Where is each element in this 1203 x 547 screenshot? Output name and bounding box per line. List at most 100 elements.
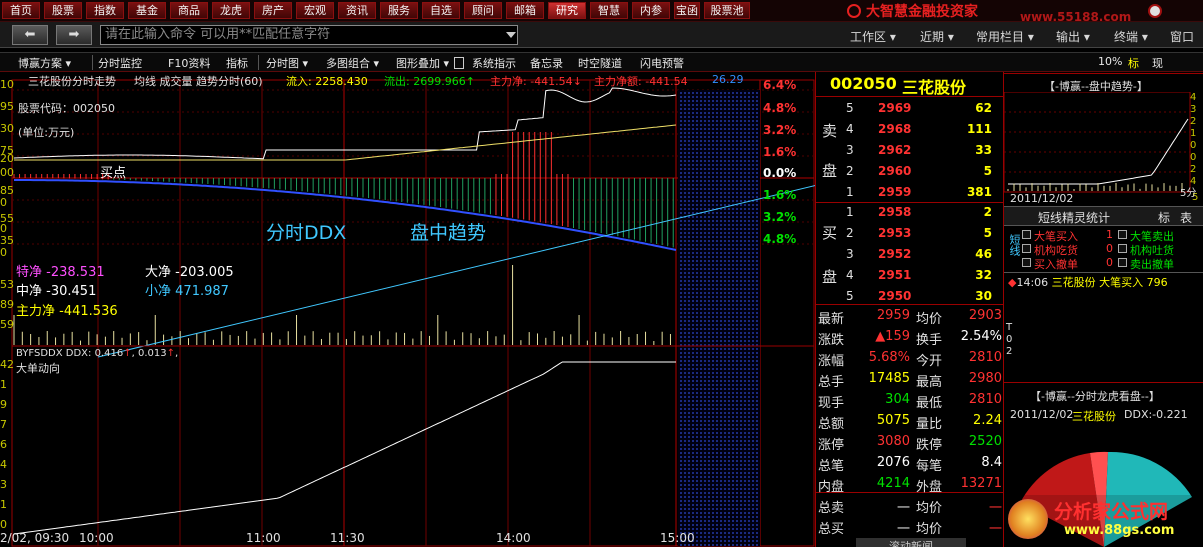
stat-label: 跌停 [916,438,943,453]
divider [816,304,1004,305]
stat-value: 13271 [960,476,1002,491]
mini-x-label: 5分 [1180,188,1197,199]
menu-recent[interactable]: 近期 ▾ [920,28,954,45]
tab-index[interactable]: 指数 [86,2,124,19]
elves-item-count: 0 [1106,242,1113,255]
mini-y-tick: 2 [1190,164,1197,175]
zoom-level[interactable]: 10% [1098,55,1122,68]
elves-tab[interactable]: 标 [1158,209,1170,226]
elves-item-label: 买入撤单 [1034,258,1078,271]
tab-stocks[interactable]: 股票 [44,2,82,19]
elves-checkbox[interactable] [1118,258,1127,267]
menu-terminal[interactable]: 终端 ▾ [1114,28,1148,45]
menu-workspace[interactable]: 工作区 ▾ [850,28,896,45]
level-price: 2969 [878,101,912,115]
toolbar-multichart[interactable]: 多图组合 ▾ [326,55,379,71]
toolbar-monitor[interactable]: 分时监控 [98,55,142,71]
left-tick: 9 [0,398,7,411]
left-tick: 30 [0,122,14,135]
level-price: 2962 [878,143,912,157]
elves-tab[interactable]: 表 [1180,209,1192,226]
tab-wisdom[interactable]: 智慧 [590,2,628,19]
toolbar-overlay[interactable]: 图形叠加 ▾ [396,55,449,71]
mini-y-tick: 0 [1190,140,1197,151]
tab-realestate[interactable]: 房产 [254,2,292,19]
forward-button[interactable]: ➡ [56,25,92,45]
stat-label: 总手 [818,375,845,390]
pct-tick-down: 4.8% [763,232,797,246]
tab-current[interactable]: 现 [1152,55,1163,71]
level-price: 2952 [878,247,912,261]
tab-home[interactable]: 首页 [2,2,40,19]
mini-trend-chart[interactable] [1004,92,1203,202]
tab-news[interactable]: 资讯 [338,2,376,19]
toolbar-alert[interactable]: 闪电预警 [640,55,684,71]
stat-label: 量比 [916,417,943,432]
left-tick: 89 [0,298,14,311]
stat-value: 2959 [876,308,910,323]
menu-output[interactable]: 输出 ▾ [1056,28,1090,45]
command-input[interactable]: 请在此输入命令 可以用**匹配任意字符 [100,25,518,45]
tab-treasure[interactable]: 宝函 [674,2,700,19]
toolbar-timechart[interactable]: 分时图 ▾ [266,55,308,71]
ddx-annotation: 分时DDX [266,222,347,244]
stat-value: 8.4 [981,455,1002,470]
menu-common[interactable]: 常用栏目 ▾ [976,28,1034,45]
tab-service[interactable]: 服务 [380,2,418,19]
toolbar-indicator[interactable]: 指标 [226,55,248,71]
mini-y-tick: 2 [1190,116,1197,127]
stat-value: 3080 [876,434,910,449]
toolbar-memo[interactable]: 备忘录 [530,55,563,71]
tab-macro[interactable]: 宏观 [296,2,334,19]
elves-title[interactable]: 短线精灵统计 [1038,209,1110,226]
elves-checkbox[interactable] [1022,244,1031,253]
tab-dragon[interactable]: 龙虎 [212,2,250,19]
pct-tick-up: 3.2% [763,123,797,137]
main-net-amount: 主力净额: -441.54 [594,75,688,88]
elves-alert[interactable]: ◆14:06 三花股份 大笔买入 796 [1008,274,1168,290]
menu-window[interactable]: 窗口 [1170,28,1194,45]
tab-label-mark[interactable]: 标 [1128,55,1139,71]
mid-net: 中净 -30.451 [16,284,97,299]
tab-watchlist[interactable]: 自选 [422,2,460,19]
tab-mail[interactable]: 邮箱 [506,2,544,19]
level-number: 3 [846,247,854,261]
tab-funds[interactable]: 基金 [128,2,166,19]
extra-value: 26.29 [712,73,744,86]
stat-label: 涨停 [818,438,845,453]
toolbar-f10[interactable]: F10资料 [168,55,210,71]
news-ticker[interactable]: 滚动新闻 [856,538,966,547]
stat-value: 2.24 [973,413,1002,428]
lock-icon[interactable] [454,57,464,69]
stat-label: 最低 [916,396,943,411]
time-label: 14:00 [496,531,531,545]
elves-checkbox[interactable] [1022,230,1031,239]
stat-value: ▲159 [875,329,910,344]
tab-advisor[interactable]: 顾问 [464,2,502,19]
dropdown-arrow-icon[interactable] [506,32,516,38]
toolbar-scheme[interactable]: 博赢方案 ▾ [18,55,71,71]
small-net: 小净 471.987 [145,284,229,299]
elves-checkbox[interactable] [1118,244,1127,253]
tab-stockpool[interactable]: 股票池 [704,2,750,19]
level-number: 5 [846,289,854,303]
sell-side-label: 卖 [822,122,838,140]
tab-insider[interactable]: 内参 [632,2,670,19]
quote-panel: 002050 三花股份 卖 盘 买 盘 5 2969 62 4 2968 111 3 2962… [815,72,1004,547]
toolbar-timetunnel[interactable]: 时空隧道 [578,55,622,71]
buy-point-label: 买点 [100,166,127,181]
side-tick: T [1006,322,1013,333]
stat-value: 2903 [968,308,1002,323]
tab-commodities[interactable]: 商品 [170,2,208,19]
quote-code: 002050 [830,74,897,93]
divider [816,492,1004,493]
back-button[interactable]: ⬅ [12,25,48,45]
level-volume: 381 [966,185,992,199]
indicator-title: BYFSDDX DDX: 0.416↑, 0.013↑, [16,348,179,359]
toolbar-system[interactable]: 系统指示 [472,55,516,71]
elves-checkbox[interactable] [1022,258,1031,267]
level-volume: 32 [975,268,992,282]
elves-checkbox[interactable] [1118,230,1127,239]
tab-research[interactable]: 研究 [548,2,586,19]
stat-label: 均价 [916,522,943,537]
